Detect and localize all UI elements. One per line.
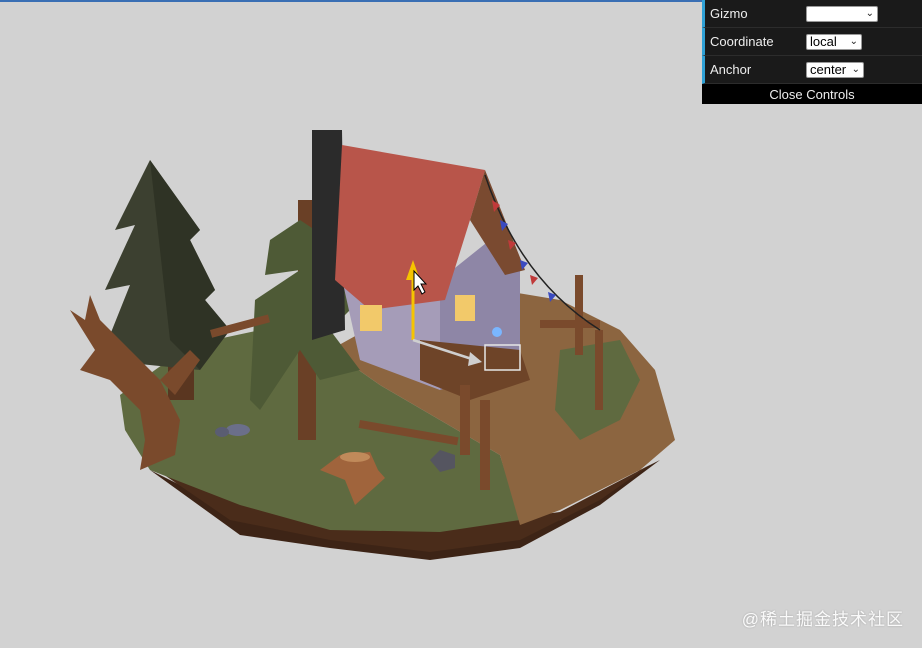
select-chevron-icon: ⌄ <box>851 63 860 75</box>
coordinate-label: Coordinate <box>710 34 774 49</box>
controls-panel: Gizmo ⌄ Coordinate local ⌄ Anchor center… <box>702 0 922 104</box>
select-chevron-icon: ⌄ <box>849 35 858 47</box>
gizmo-label: Gizmo <box>710 6 748 21</box>
window-right <box>455 295 475 321</box>
gizmo-row: Gizmo ⌄ <box>702 0 922 28</box>
gizmo-select[interactable]: ⌄ <box>806 5 878 22</box>
coordinate-select-value: local <box>810 33 837 49</box>
anchor-row: Anchor center ⌄ <box>702 56 922 84</box>
mushroom <box>226 424 250 436</box>
coordinate-row: Coordinate local ⌄ <box>702 28 922 56</box>
anchor-select-value: center <box>810 61 847 77</box>
watermark: @稀土掘金技术社区 <box>741 610 904 629</box>
anchor-label: Anchor <box>710 62 752 77</box>
select-chevron-icon: ⌄ <box>865 7 874 19</box>
window-left <box>360 305 382 331</box>
close-controls-button[interactable]: Close Controls <box>702 84 922 104</box>
coordinate-select[interactable]: local ⌄ <box>806 33 862 50</box>
anchor-select[interactable]: center ⌄ <box>806 61 864 78</box>
